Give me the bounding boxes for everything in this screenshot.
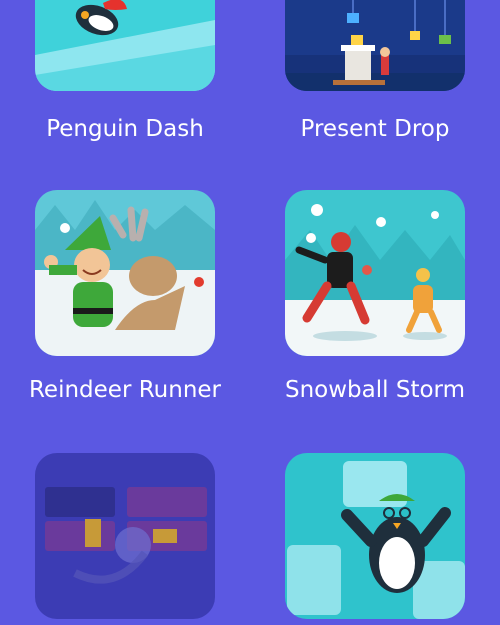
reindeer-runner-thumbnail[interactable] — [35, 190, 215, 356]
game-card-penguin-ice[interactable] — [285, 453, 465, 619]
game-title: Snowball Storm — [285, 377, 465, 403]
locked-game-thumbnail[interactable] — [35, 453, 215, 619]
penguin-dash-thumbnail[interactable] — [35, 0, 215, 91]
game-card-present-drop[interactable]: Present Drop — [285, 0, 465, 142]
snowball-storm-thumbnail[interactable] — [285, 190, 465, 356]
game-card-penguin-dash[interactable]: Penguin Dash — [35, 0, 215, 142]
game-card-locked[interactable] — [35, 453, 215, 619]
game-card-snowball-storm[interactable]: Snowball Storm — [285, 190, 465, 403]
game-card-reindeer-runner[interactable]: Reindeer Runner — [29, 190, 221, 403]
game-title: Penguin Dash — [46, 116, 204, 142]
penguin-ice-thumbnail[interactable] — [285, 453, 465, 619]
game-title: Reindeer Runner — [28, 377, 222, 403]
present-drop-thumbnail[interactable] — [285, 0, 465, 91]
game-title: Present Drop — [300, 116, 450, 142]
